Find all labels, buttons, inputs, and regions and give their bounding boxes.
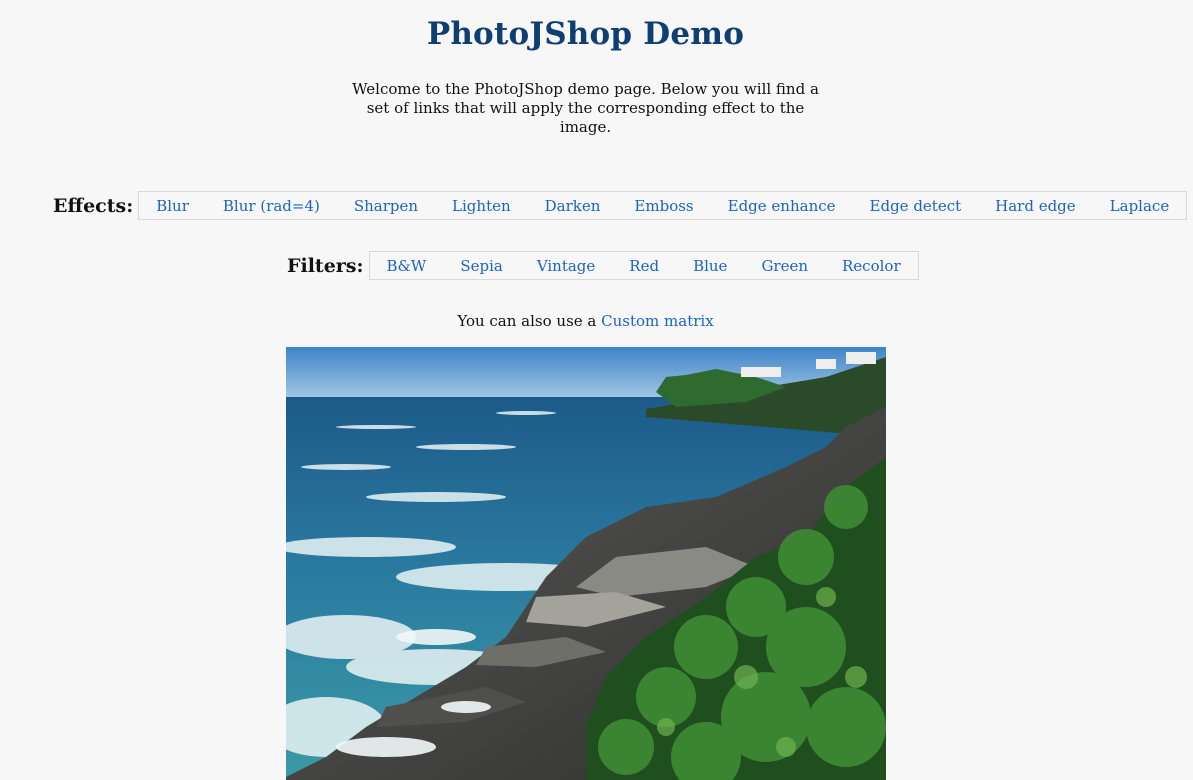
filters-row: Filters: B&W Sepia Vintage Red Blue Gree… — [287, 251, 919, 280]
effect-link-edge-detect[interactable]: Edge detect — [853, 197, 979, 215]
effects-menu: Blur Blur (rad=4) Sharpen Lighten Darken… — [138, 191, 1188, 220]
effects-label: Effects: — [53, 194, 134, 217]
filters-menu: B&W Sepia Vintage Red Blue Green Recolor — [368, 251, 919, 280]
filter-link-green[interactable]: Green — [744, 257, 825, 275]
effect-link-hard-edge[interactable]: Hard edge — [978, 197, 1093, 215]
effect-link-edge-enhance[interactable]: Edge enhance — [711, 197, 853, 215]
effect-link-darken[interactable]: Darken — [528, 197, 618, 215]
effect-link-blur-rad4[interactable]: Blur (rad=4) — [206, 197, 337, 215]
filter-link-bw[interactable]: B&W — [370, 257, 444, 275]
custom-matrix-prefix: You can also use a — [457, 312, 602, 330]
page-title: PhotoJShop Demo — [426, 16, 745, 52]
effect-link-emboss[interactable]: Emboss — [617, 197, 710, 215]
effect-link-lighten[interactable]: Lighten — [435, 197, 528, 215]
filter-link-red[interactable]: Red — [612, 257, 676, 275]
filter-link-vintage[interactable]: Vintage — [520, 257, 612, 275]
filter-link-sepia[interactable]: Sepia — [443, 257, 520, 275]
custom-matrix-line: You can also use a Custom matrix — [0, 312, 1171, 330]
effect-link-laplace[interactable]: Laplace — [1093, 197, 1187, 215]
filters-label: Filters: — [287, 254, 364, 277]
intro-text: Welcome to the PhotoJShop demo page. Bel… — [352, 80, 819, 136]
filter-link-recolor[interactable]: Recolor — [825, 257, 918, 275]
demo-page: PhotoJShop Demo Welcome to the PhotoJSho… — [0, 0, 1193, 780]
effect-link-sharpen[interactable]: Sharpen — [337, 197, 435, 215]
custom-matrix-link[interactable]: Custom matrix — [601, 312, 714, 330]
demo-photo — [286, 347, 886, 780]
effect-link-blur[interactable]: Blur — [139, 197, 206, 215]
effects-row: Effects: Blur Blur (rad=4) Sharpen Light… — [53, 191, 1188, 220]
filter-link-blue[interactable]: Blue — [676, 257, 744, 275]
